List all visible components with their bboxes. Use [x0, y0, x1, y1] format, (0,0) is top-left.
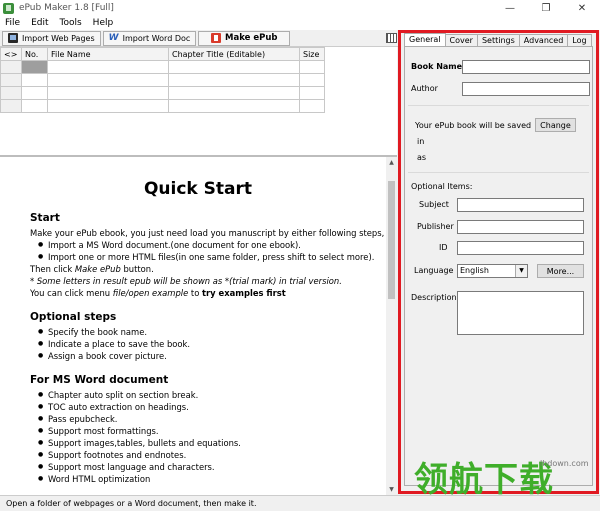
watermark-logo: 领航下载	[414, 460, 554, 500]
list-item: Word HTML optimization	[38, 473, 376, 485]
optional-heading: Optional steps	[30, 311, 117, 323]
cell-file-name[interactable]	[47, 60, 169, 74]
list-item: Support footnotes and endnotes.	[38, 449, 376, 461]
file-grid-area: <> No. File Name Chapter Title (Editable…	[0, 47, 397, 155]
col-no[interactable]: No.	[21, 47, 48, 61]
cell-chapter-title[interactable]	[168, 99, 300, 113]
highlight-box	[398, 30, 599, 494]
scroll-up-icon[interactable]: ▲	[386, 157, 397, 168]
row-header[interactable]	[0, 60, 22, 74]
menu-tools[interactable]: Tools	[60, 18, 82, 28]
make-epub-label: Make ePub	[225, 33, 278, 43]
then-click-em: Make ePub	[74, 264, 121, 274]
col-file-name[interactable]: File Name	[47, 47, 169, 61]
menu-help[interactable]: Help	[93, 18, 114, 28]
row-header[interactable]	[0, 73, 22, 87]
minimize-icon[interactable]: —	[492, 0, 528, 16]
word-icon: W	[108, 33, 119, 43]
list-item: Import a MS Word document.(one document …	[38, 239, 376, 251]
cell-chapter-title[interactable]	[168, 86, 300, 100]
cell-file-name[interactable]	[47, 73, 169, 87]
list-item: Chapter auto split on section break.	[38, 389, 376, 401]
import-web-label: Import Web Pages	[22, 33, 95, 43]
list-item: Support images,tables, bullets and equat…	[38, 437, 376, 449]
row-header[interactable]	[0, 99, 22, 113]
trial-note: * Some letters in result epub will be sh…	[30, 275, 376, 287]
col-chapter-title[interactable]: Chapter Title (Editable)	[168, 47, 300, 61]
cell-size[interactable]	[299, 73, 325, 87]
table-row[interactable]	[0, 73, 325, 87]
make-epub-icon	[211, 33, 222, 43]
status-text: Open a folder of webpages or a Word docu…	[6, 499, 257, 508]
example-line: You can click menu file/open example to …	[30, 287, 376, 299]
then-click-suffix: button.	[120, 264, 154, 274]
menu-bar: File Edit Tools Help	[0, 16, 600, 30]
start-intro: Make your ePub ebook, you just need load…	[30, 228, 385, 238]
word-heading: For MS Word document	[30, 374, 169, 386]
list-item: Specify the book name.	[38, 326, 376, 338]
web-page-icon	[8, 33, 18, 43]
example-link[interactable]: try examples first	[202, 288, 286, 298]
col-size[interactable]: Size	[299, 47, 325, 61]
example-prefix: You can click menu	[30, 288, 113, 298]
menu-edit[interactable]: Edit	[31, 18, 48, 28]
import-word-doc-button[interactable]: W Import Word Doc	[102, 30, 197, 46]
import-word-label: Import Word Doc	[122, 33, 191, 43]
close-icon[interactable]: ✕	[564, 0, 600, 16]
toolbar: Import Web Pages W Import Word Doc Make …	[0, 30, 400, 47]
cell-chapter-title[interactable]	[168, 73, 300, 87]
example-mid: to	[188, 288, 202, 298]
scroll-down-icon[interactable]: ▼	[386, 484, 397, 495]
start-heading: Start	[30, 212, 60, 224]
start-list: Import a MS Word document.(one document …	[38, 239, 376, 263]
doc-scrollbar[interactable]: ▲ ▼	[386, 157, 397, 495]
optional-list: Specify the book name. Indicate a place …	[38, 326, 376, 362]
restore-icon[interactable]: ❐	[528, 0, 564, 16]
cell-file-name[interactable]	[47, 99, 169, 113]
then-click-line: Then click Make ePub button.	[30, 263, 376, 275]
list-item: Support most formattings.	[38, 425, 376, 437]
col-move[interactable]: <>	[0, 47, 22, 61]
list-item: Support most language and characters.	[38, 461, 376, 473]
cell-size[interactable]	[299, 86, 325, 100]
doc-title: Quick Start	[143, 179, 253, 199]
window-controls: — ❐ ✕	[492, 0, 600, 16]
cell-size[interactable]	[299, 60, 325, 74]
cell-no[interactable]	[21, 60, 48, 74]
quick-start-document: Quick Start Start Make your ePub ebook, …	[0, 157, 386, 495]
cell-no[interactable]	[21, 73, 48, 87]
list-item: Import one or more HTML files(in one sam…	[38, 251, 376, 263]
title-bar: ePub Maker 1.8 [Full] — ❐ ✕	[0, 0, 600, 16]
grid-header-row: <> No. File Name Chapter Title (Editable…	[0, 47, 325, 61]
word-list: Chapter auto split on section break. TOC…	[38, 389, 376, 485]
row-header[interactable]	[0, 86, 22, 100]
cell-chapter-title[interactable]	[168, 60, 300, 74]
list-item: Indicate a place to save the book.	[38, 338, 376, 350]
then-click-prefix: Then click	[30, 264, 75, 274]
list-item: Assign a book cover picture.	[38, 350, 376, 362]
example-em: file/open example	[112, 288, 189, 298]
watermark-url: lhdown.com	[540, 459, 589, 468]
list-item: TOC auto extraction on headings.	[38, 401, 376, 413]
table-row[interactable]	[0, 99, 325, 113]
app-icon	[3, 2, 14, 14]
cell-size[interactable]	[299, 99, 325, 113]
panel-toggle-icon[interactable]	[386, 33, 397, 43]
trial-note-text: * Some letters in result epub will be sh…	[30, 276, 342, 286]
scroll-thumb[interactable]	[388, 181, 395, 299]
table-row[interactable]	[0, 86, 325, 100]
make-epub-button[interactable]: Make ePub	[198, 30, 291, 46]
cell-file-name[interactable]	[47, 86, 169, 100]
file-grid: <> No. File Name Chapter Title (Editable…	[0, 47, 325, 113]
menu-file[interactable]: File	[5, 18, 20, 28]
cell-no[interactable]	[21, 99, 48, 113]
cell-no[interactable]	[21, 86, 48, 100]
table-row[interactable]	[0, 60, 325, 74]
window-title: ePub Maker 1.8 [Full]	[19, 3, 114, 13]
list-item: Pass epubcheck.	[38, 413, 376, 425]
import-web-pages-button[interactable]: Import Web Pages	[2, 30, 101, 46]
